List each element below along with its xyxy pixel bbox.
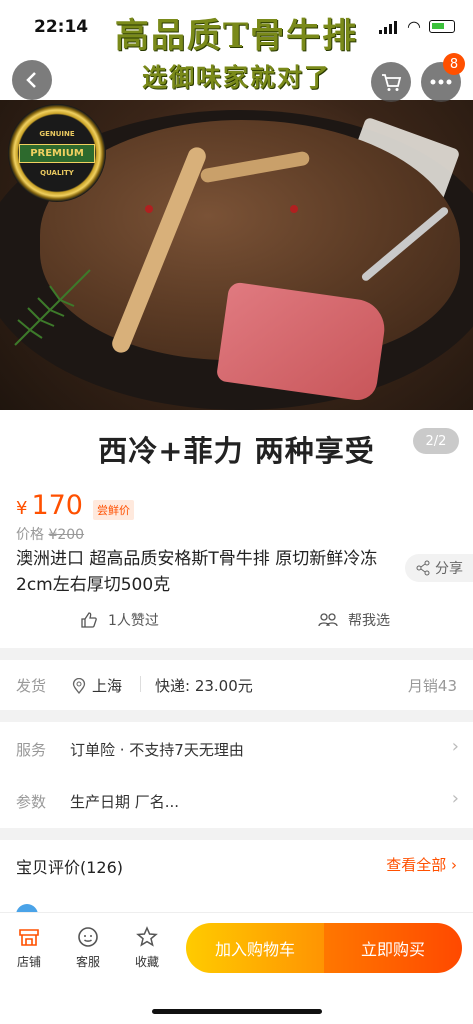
shipping-fee: 快递: 23.00元 bbox=[155, 677, 253, 695]
original-price-label: 价格 bbox=[16, 527, 44, 543]
price-tag: 尝鲜价 bbox=[93, 500, 134, 520]
original-price-value: ¥200 bbox=[48, 527, 85, 543]
favorite-tab[interactable]: 收藏 bbox=[122, 925, 172, 970]
view-all-label: 查看全部 bbox=[386, 856, 447, 874]
view-all-reviews-link[interactable]: 查看全部 › bbox=[386, 854, 457, 875]
reviews-card: 宝贝评价(126) 查看全部 › bbox=[0, 840, 473, 926]
bottom-action-bar: 店铺 客服 收藏 加入购物车 立即购买 bbox=[0, 912, 473, 1024]
customer-service-tab[interactable]: 客服 bbox=[63, 925, 113, 970]
peppercorn bbox=[145, 205, 153, 213]
buy-now-button[interactable]: 立即购买 bbox=[324, 923, 462, 973]
shop-label: 店铺 bbox=[16, 955, 41, 969]
cart-icon bbox=[382, 74, 402, 91]
params-row[interactable]: 参数 生产日期 厂名... › bbox=[0, 776, 473, 826]
price-card: ¥170 尝鲜价 价格 ¥200 澳洲进口 超高品质安格斯T骨牛排 原切新鲜冷冻… bbox=[0, 480, 473, 648]
more-icon bbox=[430, 79, 452, 85]
price-value: 170 bbox=[31, 490, 83, 521]
rosemary-icon bbox=[14, 269, 91, 346]
original-price: 价格 ¥200 bbox=[16, 524, 84, 544]
hero-headline: 高品质T骨牛排 bbox=[114, 16, 359, 56]
chevron-right-icon: › bbox=[451, 788, 459, 809]
currency-symbol: ¥ bbox=[16, 498, 28, 519]
seal-ribbon-text: PREMIUM bbox=[19, 143, 95, 163]
premium-seal: GENUINE PREMIUM QUALITY bbox=[8, 104, 106, 202]
likes-count: 1人赞过 bbox=[108, 613, 159, 629]
product-title: 澳洲进口 超高品质安格斯T骨牛排 原切新鲜冷冻 2cm左右厚切500克 bbox=[16, 549, 378, 595]
like-button[interactable]: 1人赞过 bbox=[80, 610, 159, 630]
peppercorn bbox=[290, 205, 298, 213]
back-button[interactable] bbox=[12, 60, 52, 100]
help-choose-label: 帮我选 bbox=[348, 613, 390, 629]
chevron-right-icon: › bbox=[451, 736, 459, 757]
price-row: ¥170 尝鲜价 bbox=[16, 490, 134, 521]
location-pin-icon bbox=[72, 677, 86, 694]
image-caption-strip: 西冷+菲力 两种享受 2/2 bbox=[0, 410, 473, 480]
shop-icon bbox=[19, 929, 39, 946]
service-label: 客服 bbox=[75, 955, 100, 969]
shop-tab[interactable]: 店铺 bbox=[4, 925, 54, 970]
shipping-location-text: 上海 bbox=[92, 677, 123, 695]
reviews-title: 宝贝评价(126) bbox=[16, 858, 124, 877]
service-label: 服务 bbox=[16, 741, 47, 759]
share-icon bbox=[416, 560, 430, 576]
chevron-left-icon bbox=[26, 72, 36, 88]
shipping-label: 发货 bbox=[16, 677, 47, 695]
shipping-row: 发货 上海 快递: 23.00元 月销43 bbox=[0, 660, 473, 710]
seal-top-text: GENUINE bbox=[39, 129, 75, 138]
product-image-gallery[interactable]: 22:14 ◠ 高品质T骨牛排 选御味家就对了 GENUINE PREMIUM … bbox=[0, 0, 473, 410]
chat-face-icon bbox=[78, 927, 98, 947]
service-row[interactable]: 服务 订单险 · 不支持7天无理由 › bbox=[0, 724, 473, 774]
share-button[interactable]: 分享 bbox=[405, 554, 473, 582]
favorite-label: 收藏 bbox=[134, 955, 159, 969]
chevron-right-icon: › bbox=[451, 856, 457, 874]
thumbs-up-icon bbox=[81, 612, 97, 628]
divider bbox=[140, 676, 141, 692]
help-choose-button[interactable]: 帮我选 bbox=[318, 610, 390, 630]
star-icon bbox=[136, 926, 158, 947]
notification-badge: 8 bbox=[443, 53, 465, 75]
cart-button[interactable] bbox=[371, 62, 411, 102]
monthly-sales: 月销43 bbox=[407, 677, 457, 695]
seal-bottom-text: QUALITY bbox=[40, 168, 74, 177]
shipping-location: 上海 bbox=[72, 675, 122, 696]
image-caption: 西冷+菲力 两种享受 bbox=[98, 434, 375, 468]
price: ¥170 bbox=[16, 490, 83, 521]
page-indicator: 2/2 bbox=[413, 428, 459, 454]
add-to-cart-button[interactable]: 加入购物车 bbox=[186, 923, 324, 973]
params-label: 参数 bbox=[16, 793, 47, 811]
people-icon bbox=[318, 613, 338, 627]
actions-row: 1人赞过 帮我选 bbox=[0, 610, 473, 636]
service-value: 订单险 · 不支持7天无理由 bbox=[70, 741, 244, 759]
params-value: 生产日期 厂名... bbox=[70, 793, 180, 811]
service-card: 服务 订单险 · 不支持7天无理由 › 参数 生产日期 厂名... › bbox=[0, 722, 473, 828]
home-indicator bbox=[152, 1009, 322, 1014]
share-label: 分享 bbox=[435, 561, 463, 577]
